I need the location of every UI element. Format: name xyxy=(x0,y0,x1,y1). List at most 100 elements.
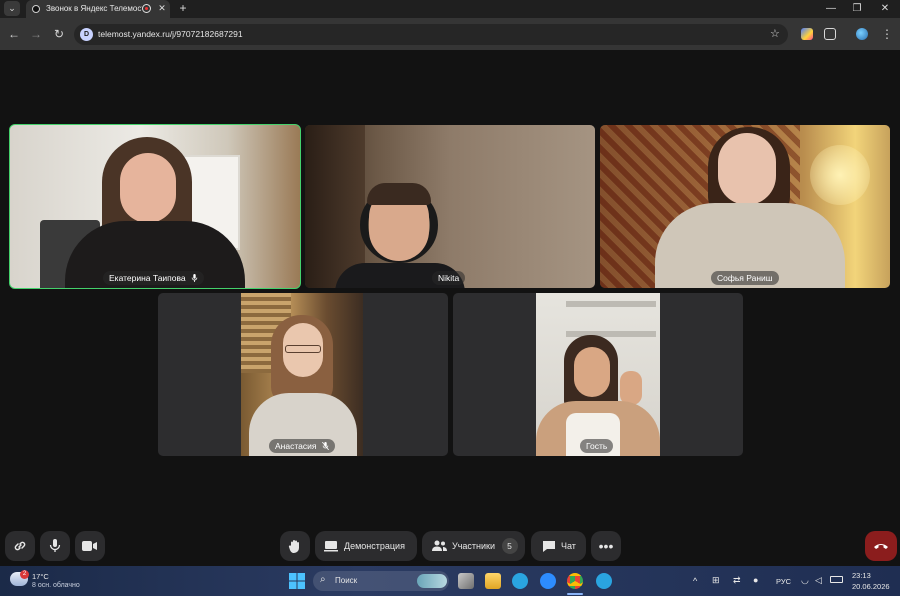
video-feed xyxy=(305,125,595,288)
participants-count-badge: 5 xyxy=(501,538,518,554)
reload-icon[interactable]: ↻ xyxy=(52,27,66,41)
chat-button[interactable]: Чат xyxy=(531,531,586,561)
link-icon xyxy=(14,541,26,551)
new-tab-button[interactable]: + xyxy=(176,1,190,16)
wifi-icon[interactable]: ◡ xyxy=(801,575,809,586)
participant-name-label: Екатерина Таипова xyxy=(103,271,205,285)
participant-name: Анастасия xyxy=(275,441,317,451)
hand-icon xyxy=(288,540,299,553)
hair-shape xyxy=(367,183,431,205)
file-explorer-icon[interactable] xyxy=(485,573,501,589)
mic-muted-icon xyxy=(321,442,329,450)
video-tile-ekaterina[interactable]: Екатерина Таипова xyxy=(9,124,301,289)
participants-button[interactable]: Участники 5 xyxy=(422,531,525,561)
participant-name-label: Nikita xyxy=(432,271,466,285)
more-dots-icon: ••• xyxy=(598,538,614,554)
search-highlight-image xyxy=(417,574,447,588)
video-feed xyxy=(10,125,300,288)
language-indicator[interactable]: РУС xyxy=(776,577,791,586)
tray-mic-icon[interactable]: ● xyxy=(753,575,758,585)
taskbar: 2 17°C 8 осн. облачно ⌕ Поиск ^ ⊞ ⇄ ● РУ… xyxy=(0,566,900,596)
hang-up-icon xyxy=(874,544,888,549)
clock-date[interactable]: 20.06.2026 xyxy=(852,582,890,591)
browser-tab-strip: ⌄ Звонок в Яндекс Телемост ✕ + — ❐ ✕ xyxy=(0,0,900,18)
tab-close-icon[interactable]: ✕ xyxy=(157,2,167,14)
end-call-button[interactable] xyxy=(865,531,897,561)
minimize-icon[interactable]: — xyxy=(822,1,840,16)
shelf-shape xyxy=(566,301,656,307)
url-text: telemost.yandex.ru/j/97072182687291 xyxy=(98,29,243,39)
video-feed xyxy=(536,293,660,456)
recording-indicator-icon xyxy=(142,4,151,13)
extensions-puzzle-icon[interactable] xyxy=(824,28,836,40)
video-feed xyxy=(600,125,890,288)
taskbar-search-box[interactable]: ⌕ Поиск xyxy=(313,571,449,591)
camera-button[interactable] xyxy=(75,531,105,561)
extension-icon[interactable] xyxy=(801,28,813,40)
video-feed xyxy=(241,293,363,456)
mic-icon xyxy=(49,539,61,552)
tab-title: Звонок в Яндекс Телемост xyxy=(46,4,142,13)
tray-app-icon[interactable]: ⊞ xyxy=(712,575,720,586)
copy-link-button[interactable] xyxy=(5,531,35,561)
restore-icon[interactable]: ❐ xyxy=(848,1,866,16)
more-options-button[interactable]: ••• xyxy=(591,531,621,561)
participant-name: Гость xyxy=(586,441,608,451)
face-shape xyxy=(574,347,610,397)
search-placeholder: Поиск xyxy=(335,576,358,585)
participants-label: Участники xyxy=(452,541,495,551)
site-info-icon[interactable]: D xyxy=(80,28,93,41)
video-tile-nikita[interactable]: Nikita xyxy=(305,125,595,288)
tray-sync-icon[interactable]: ⇄ xyxy=(733,575,741,586)
telegram-icon[interactable] xyxy=(512,573,528,589)
tray-overflow-icon[interactable]: ^ xyxy=(693,576,697,586)
battery-icon[interactable] xyxy=(830,576,843,583)
volume-icon[interactable]: ◁ xyxy=(815,575,822,586)
weather-description: 8 осн. облачно xyxy=(32,582,80,589)
face-shape xyxy=(718,133,776,205)
browser-tab[interactable]: Звонок в Яндекс Телемост ✕ xyxy=(26,0,170,18)
microphone-button[interactable] xyxy=(40,531,70,561)
zoom-icon[interactable] xyxy=(540,573,556,589)
telegram-notification-icon[interactable] xyxy=(596,573,612,589)
browser-toolbar: ← → ↻ D telemost.yandex.ru/j/97072182687… xyxy=(0,18,900,50)
participant-name-label: Анастасия xyxy=(269,439,335,453)
tab-search-button[interactable]: ⌄ xyxy=(4,1,20,16)
task-view-icon[interactable] xyxy=(458,573,474,589)
glasses-shape xyxy=(285,345,321,353)
participants-icon xyxy=(432,540,447,551)
video-tile-guest[interactable]: Гость xyxy=(453,293,743,456)
lamp-light-shape xyxy=(810,145,870,205)
back-icon[interactable]: ← xyxy=(7,27,21,41)
forward-icon[interactable]: → xyxy=(29,27,43,41)
screen-share-label: Демонстрация xyxy=(344,541,405,551)
video-tile-sofia[interactable]: Софья Раниш xyxy=(600,125,890,288)
camera-icon xyxy=(82,541,97,551)
profile-avatar[interactable] xyxy=(856,28,868,40)
chrome-icon[interactable] xyxy=(567,573,583,589)
bookmark-star-icon[interactable]: ☆ xyxy=(770,27,780,40)
address-bar[interactable]: D telemost.yandex.ru/j/97072182687291 ☆ xyxy=(74,24,788,45)
weather-badge: 2 xyxy=(20,570,29,579)
browser-menu-icon[interactable]: ⋮ xyxy=(880,27,894,41)
participant-name-label: Софья Раниш xyxy=(711,271,779,285)
participant-name: Софья Раниш xyxy=(717,273,773,283)
chat-label: Чат xyxy=(561,541,576,551)
telemost-favicon-icon xyxy=(32,5,40,13)
screen-share-button[interactable]: Демонстрация xyxy=(315,531,417,561)
mic-icon xyxy=(191,274,198,282)
windows-start-icon[interactable] xyxy=(289,573,305,589)
participant-name: Nikita xyxy=(438,273,460,283)
participant-name: Екатерина Таипова xyxy=(109,273,186,283)
search-icon: ⌕ xyxy=(320,574,326,585)
weather-temperature: 17°C xyxy=(32,572,49,581)
raise-hand-button[interactable] xyxy=(280,531,310,561)
clock-time[interactable]: 23:13 xyxy=(852,571,871,580)
participant-name-label: Гость xyxy=(580,439,614,453)
window-close-icon[interactable]: ✕ xyxy=(876,1,894,16)
hand-shape xyxy=(620,371,642,405)
video-tile-anastasia[interactable]: Анастасия xyxy=(158,293,448,456)
active-app-indicator xyxy=(567,593,583,595)
screen-share-icon xyxy=(324,541,338,552)
screen: ⌄ Звонок в Яндекс Телемост ✕ + — ❐ ✕ ← →… xyxy=(0,0,900,596)
